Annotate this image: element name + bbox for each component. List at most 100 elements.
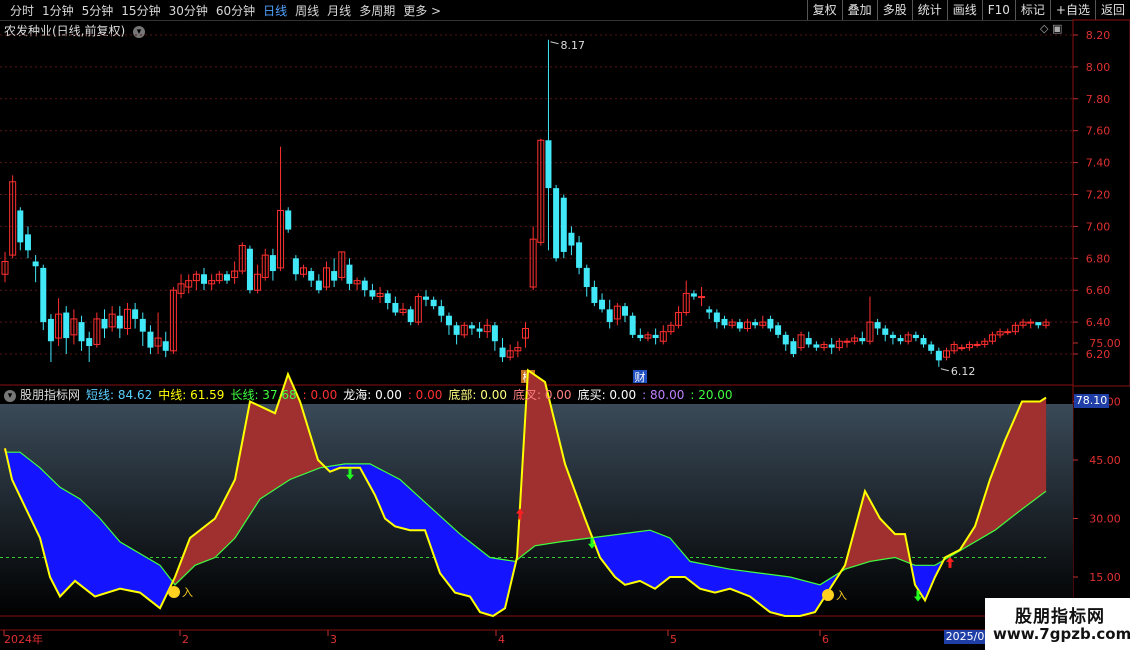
- candle-body-down: [162, 341, 169, 351]
- candle-body-down: [147, 331, 154, 348]
- candle-body-down: [828, 344, 835, 348]
- candle-body-up: [958, 347, 966, 350]
- candle-body-down: [24, 234, 31, 251]
- indicator-value: 短线: 84.62: [86, 388, 153, 402]
- candle-body-up: [843, 340, 851, 343]
- candle-body-down: [17, 210, 24, 243]
- candle-body-down: [223, 274, 230, 281]
- price-tick-label: 8.00: [1086, 61, 1111, 74]
- date-label: 3: [330, 633, 337, 646]
- price-tick-label: 8.20: [1086, 29, 1111, 42]
- candle-body-down: [591, 287, 598, 303]
- candle-body-down: [407, 309, 414, 323]
- candle-body-down: [599, 299, 606, 310]
- chart-area: 8.20 8.00 7.80 7.60 7.40 7.20 7.00 6.80 6.60 6.40…: [0, 19, 1130, 650]
- candle-body-down: [499, 347, 506, 358]
- candle-body-down: [928, 344, 935, 351]
- ind-tick-label: 30.00: [1089, 513, 1121, 526]
- ind-tick-label: 75.00: [1089, 337, 1121, 350]
- candle-body-down: [606, 309, 613, 323]
- candle-body-down: [78, 322, 85, 342]
- current-date-badge: 2025/0: [944, 630, 986, 644]
- candle-body-down: [285, 210, 292, 230]
- indicator-name: 股朋指标网: [20, 388, 81, 402]
- high-pointer: [550, 41, 559, 45]
- date-label: 2024年: [4, 632, 43, 646]
- smiley-icon: [168, 586, 180, 598]
- candle-body-down: [491, 325, 498, 342]
- indicator-value: 底买: 0.00: [577, 388, 637, 402]
- price-tick-label: 7.80: [1086, 93, 1111, 106]
- price-tick-label: 7.40: [1086, 157, 1111, 170]
- indicator-value: : 80.00: [642, 388, 685, 402]
- candle-body-down: [246, 248, 253, 291]
- candle-body-down: [622, 306, 629, 316]
- candle-body-down: [920, 338, 927, 345]
- candle-body-down: [139, 318, 146, 332]
- candle-body-down: [308, 271, 315, 281]
- candle-body-down: [63, 312, 70, 339]
- indicator-value: 底部: 0.00: [448, 388, 507, 402]
- candle-body-down: [553, 188, 560, 259]
- indicator-value: 中线: 61.59: [158, 388, 225, 402]
- candle-body-down: [392, 302, 399, 313]
- candle-body-down: [897, 338, 904, 342]
- watermark-title: 股朋指标网: [1015, 607, 1105, 627]
- candle-body-down: [47, 318, 54, 342]
- candle-body-down: [568, 232, 575, 246]
- candle-body-down: [652, 334, 659, 339]
- low-price-label: 6.12: [951, 365, 976, 378]
- candle-body-down: [132, 309, 139, 319]
- candle-body-down: [637, 334, 644, 339]
- price-axis-panel: [1072, 19, 1130, 387]
- candle-body-down: [201, 274, 208, 284]
- candle-body-down: [40, 267, 47, 323]
- date-axis-bg: [0, 630, 1073, 650]
- candle-body-down: [384, 293, 391, 303]
- candle-body-up: [1027, 321, 1035, 324]
- ind-tick-label: 15.00: [1089, 571, 1121, 584]
- date-label: 2: [182, 633, 189, 646]
- candle-body-down: [315, 280, 322, 291]
- date-label: 6: [822, 633, 829, 646]
- candle-body-up: [698, 296, 706, 299]
- candle-body-down: [32, 261, 39, 267]
- indicator-value: 长线: 37.68: [230, 388, 297, 402]
- event-tag: 财: [635, 370, 646, 384]
- price-tick-label: 7.60: [1086, 125, 1111, 138]
- candle-body-down: [775, 325, 782, 335]
- candle-body-down: [346, 264, 353, 284]
- candle-body-down: [361, 280, 368, 291]
- date-label: 4: [498, 633, 505, 646]
- indicator-value: 龙海: 0.00: [343, 388, 402, 402]
- price-tick-label: 6.80: [1086, 252, 1111, 265]
- candle-body-down: [782, 334, 789, 345]
- candle-body-down: [576, 242, 583, 268]
- candle-body-down: [805, 338, 812, 345]
- candle-body-down: [912, 334, 919, 339]
- watermark-url: www.7gpzb.com: [993, 625, 1130, 643]
- candle-body-down: [453, 325, 460, 335]
- price-tick-label: 6.60: [1086, 284, 1111, 297]
- price-tick-label: 7.00: [1086, 220, 1111, 233]
- candle-body-down: [790, 341, 797, 354]
- candle-body-down: [1035, 322, 1042, 326]
- candle-body-down: [86, 338, 93, 347]
- smiley-icon: [822, 589, 834, 601]
- candle-body-down: [767, 318, 774, 329]
- candle-body-down: [331, 271, 338, 281]
- candle-body-down: [859, 338, 866, 342]
- candle-body-down: [874, 322, 881, 329]
- low-pointer: [940, 368, 949, 372]
- candle-body-down: [935, 350, 942, 361]
- collapse-icon[interactable]: ▾: [4, 390, 16, 402]
- current-value-badge: 78.10: [1074, 394, 1109, 408]
- candle-body-down: [882, 328, 889, 335]
- indicator-value: : 20.00: [690, 388, 733, 402]
- candle-body-down: [369, 290, 376, 297]
- candle-body-down: [445, 315, 452, 326]
- candle-body-down: [713, 312, 720, 323]
- candle-body-down: [721, 318, 728, 326]
- candle-body-down: [116, 315, 123, 329]
- candle-body-down: [422, 296, 429, 300]
